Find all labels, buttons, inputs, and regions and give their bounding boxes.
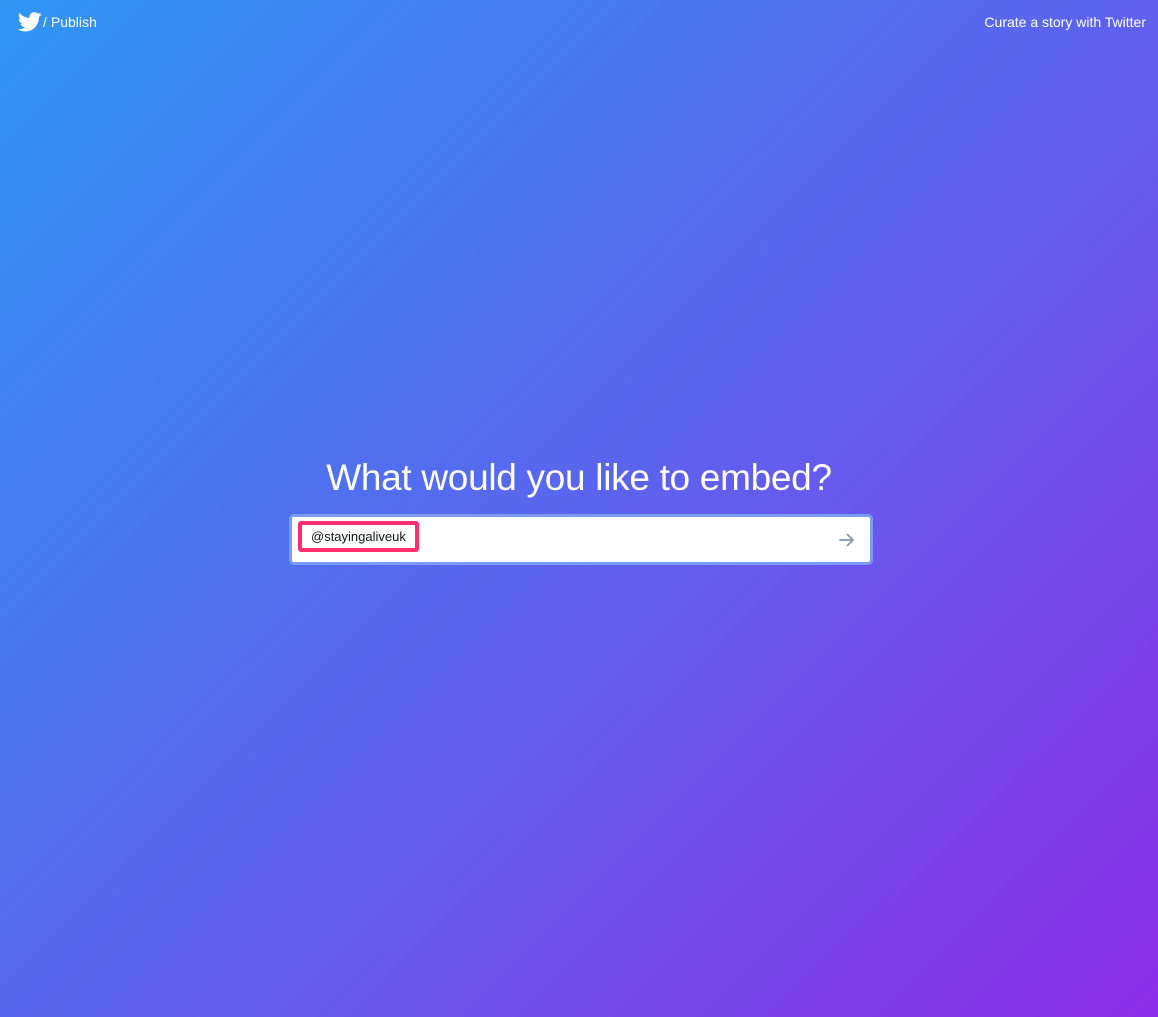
search-token[interactable]: @stayingaliveuk — [298, 521, 419, 552]
top-bar: / Publish Curate a story with Twitter — [0, 0, 1158, 44]
brand-label: Publish — [50, 14, 97, 30]
page-headline: What would you like to embed? — [326, 457, 832, 498]
arrow-right-icon — [839, 533, 854, 547]
search-token-text: @stayingaliveuk — [311, 529, 406, 544]
brand-separator: / — [43, 14, 47, 30]
publish-home-link[interactable]: / Publish — [18, 11, 97, 33]
twitter-bird-icon — [18, 12, 42, 32]
curate-story-link[interactable]: Curate a story with Twitter — [984, 13, 1146, 31]
submit-button[interactable] — [834, 527, 860, 553]
embed-input[interactable] — [428, 525, 832, 555]
embed-search-box[interactable]: @stayingaliveuk — [289, 514, 873, 565]
